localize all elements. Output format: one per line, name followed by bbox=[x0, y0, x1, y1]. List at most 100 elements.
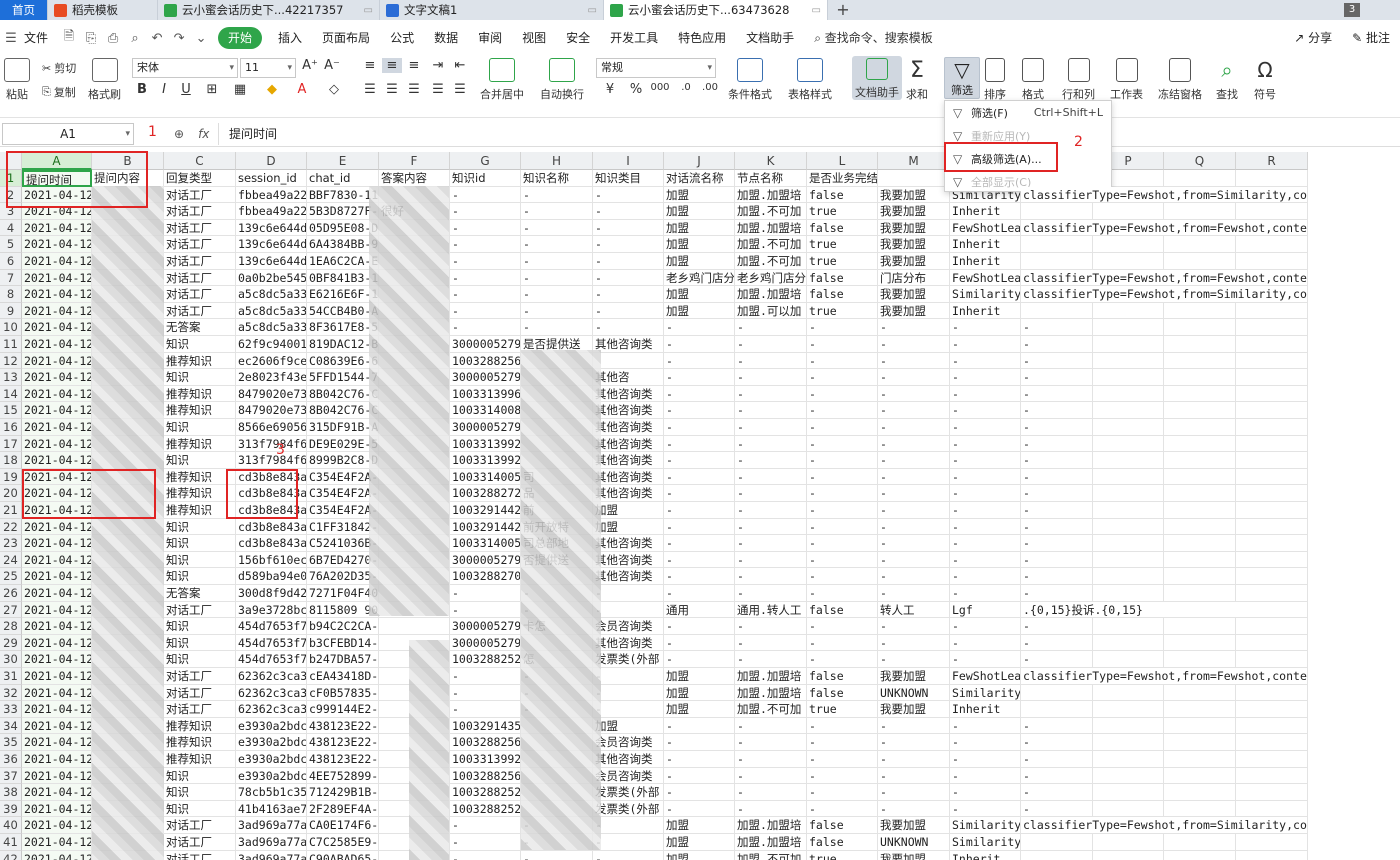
table-cell[interactable]: 2021-04-12 06:10:06 bbox=[22, 336, 92, 353]
table-cell[interactable]: - bbox=[664, 485, 735, 502]
table-cell[interactable]: - bbox=[807, 751, 878, 768]
table-cell[interactable]: - bbox=[1021, 717, 1093, 735]
underline-button[interactable]: U bbox=[176, 82, 196, 97]
table-cell[interactable]: true bbox=[807, 302, 878, 320]
row-header[interactable]: 6 bbox=[0, 253, 22, 270]
row-header[interactable]: 11 bbox=[0, 336, 22, 353]
table-cell[interactable]: c999144E2-40 bbox=[307, 701, 379, 718]
table-cell[interactable]: - bbox=[878, 618, 950, 635]
table-cell[interactable]: false bbox=[807, 834, 878, 851]
table-cell[interactable]: - bbox=[807, 734, 878, 751]
table-cell[interactable] bbox=[1236, 402, 1308, 419]
table-cell[interactable]: 知识 bbox=[164, 518, 236, 536]
table-cell[interactable] bbox=[1236, 203, 1308, 220]
table-cell[interactable]: ec2606f9cec bbox=[236, 352, 307, 370]
table-cell[interactable]: 1003288252 bbox=[450, 784, 521, 801]
table-cell[interactable] bbox=[1164, 203, 1236, 220]
table-cell[interactable] bbox=[1093, 551, 1164, 569]
table-cell[interactable] bbox=[1093, 485, 1164, 502]
table-cell[interactable]: - bbox=[1021, 734, 1093, 751]
table-cell[interactable] bbox=[1164, 800, 1236, 818]
new-tab-icon[interactable]: + bbox=[828, 0, 858, 20]
row-header[interactable]: 10 bbox=[0, 319, 22, 336]
table-cell[interactable] bbox=[1236, 651, 1308, 668]
table-cell[interactable]: 推荐知识 bbox=[164, 402, 236, 419]
menu-5[interactable]: 审阅 bbox=[468, 20, 512, 56]
table-cell[interactable]: 30000052795 bbox=[450, 336, 521, 353]
table-cell[interactable]: 1003313996 bbox=[450, 385, 521, 403]
table-cell[interactable]: Inherit bbox=[950, 253, 1021, 270]
table-cell[interactable]: 2021-04-12 08:48:15 bbox=[22, 784, 92, 801]
table-cell[interactable]: - bbox=[521, 203, 593, 220]
table-cell[interactable]: 139c6e644d9 bbox=[236, 219, 307, 237]
align-left-icon[interactable]: ☰ bbox=[360, 82, 380, 97]
table-cell[interactable]: 139c6e644d9 bbox=[236, 253, 307, 270]
table-cell[interactable]: 2021-04-12 07:17:11 bbox=[22, 385, 92, 403]
table-cell[interactable] bbox=[593, 352, 664, 370]
table-cell[interactable]: 1003288270 bbox=[450, 568, 521, 585]
clear-icon[interactable]: ◇ bbox=[324, 82, 344, 97]
table-cell[interactable]: - bbox=[521, 236, 593, 253]
table-cell[interactable] bbox=[1164, 784, 1236, 801]
table-cell[interactable]: classifierType=Fewshot,from=Fewshot,cont… bbox=[1021, 668, 1308, 685]
table-cell[interactable] bbox=[1093, 535, 1164, 552]
tab-pin-icon[interactable]: ▭ bbox=[364, 5, 373, 16]
table-cell[interactable]: - bbox=[807, 485, 878, 502]
table-cell[interactable]: - bbox=[735, 767, 807, 785]
table-cell[interactable]: 发票类(外部 bbox=[593, 784, 664, 801]
table-cell[interactable]: Inherit bbox=[950, 236, 1021, 253]
save-icon[interactable]: 🗎 bbox=[58, 27, 80, 49]
table-cell[interactable] bbox=[1236, 568, 1308, 585]
table-cell[interactable]: - bbox=[878, 336, 950, 353]
table-cell[interactable] bbox=[1236, 850, 1308, 860]
table-cell[interactable]: - bbox=[450, 186, 521, 204]
table-cell[interactable]: - bbox=[735, 385, 807, 403]
table-cell[interactable]: 门店分布 bbox=[878, 269, 950, 287]
table-cell[interactable]: 2021-04-12 08:50:09 bbox=[22, 800, 92, 818]
export-icon[interactable]: ⎘ bbox=[80, 31, 102, 46]
table-cell[interactable]: 加盟 bbox=[664, 253, 735, 270]
table-cell[interactable]: 712429B1B-8 bbox=[307, 784, 379, 801]
redo-icon[interactable]: ↷ bbox=[168, 31, 190, 46]
table-cell[interactable]: 2021-04-12 00:47:24 bbox=[22, 319, 92, 336]
table-cell[interactable] bbox=[1236, 352, 1308, 370]
menu-7[interactable]: 安全 bbox=[556, 20, 600, 56]
table-cell[interactable]: 2021-04-12 00:47:16 bbox=[22, 302, 92, 320]
table-cell[interactable]: - bbox=[1021, 402, 1093, 419]
table-cell[interactable] bbox=[1093, 651, 1164, 668]
table-cell[interactable]: - bbox=[593, 817, 664, 834]
table-cell[interactable]: UNKNOWN bbox=[878, 684, 950, 702]
table-cell[interactable]: - bbox=[735, 585, 807, 602]
table-cell[interactable]: Inherit bbox=[950, 850, 1021, 860]
number-format-select[interactable]: 常规 bbox=[596, 58, 716, 78]
table-cell[interactable]: .{0,15}投诉.{0,15} bbox=[1021, 601, 1308, 619]
table-cell[interactable]: Similarity bbox=[950, 817, 1021, 834]
table-cell[interactable] bbox=[1164, 717, 1236, 735]
table-cell[interactable]: b94C2C2CA-82 bbox=[307, 618, 379, 635]
table-cell[interactable]: 1003288272 bbox=[450, 485, 521, 502]
table-cell[interactable]: - bbox=[1021, 336, 1093, 353]
table-cell[interactable]: - bbox=[450, 850, 521, 860]
indent-icon[interactable]: ⇥ bbox=[428, 58, 448, 73]
table-cell[interactable]: 0a0b2be5459 bbox=[236, 269, 307, 287]
table-cell[interactable]: - bbox=[807, 651, 878, 668]
table-cell[interactable]: 139c6e644d9 bbox=[236, 236, 307, 253]
table-cell[interactable]: e3930a2bdc bbox=[236, 767, 307, 785]
table-cell[interactable]: 加盟 bbox=[664, 817, 735, 834]
table-cell[interactable]: 知识 bbox=[164, 336, 236, 353]
table-cell[interactable]: - bbox=[878, 784, 950, 801]
table-cell[interactable]: 156bf610ec bbox=[236, 551, 307, 569]
table-cell[interactable]: - bbox=[735, 435, 807, 453]
row-header[interactable]: 22 bbox=[0, 518, 22, 536]
table-cell[interactable]: - bbox=[521, 850, 593, 860]
table-cell[interactable]: - bbox=[950, 502, 1021, 519]
table-cell[interactable]: 对话工厂 bbox=[164, 269, 236, 287]
table-cell[interactable] bbox=[1093, 369, 1164, 386]
table-cell[interactable]: - bbox=[878, 385, 950, 403]
table-cell[interactable]: - bbox=[664, 452, 735, 469]
table-cell[interactable]: - bbox=[521, 186, 593, 204]
row-header[interactable]: 29 bbox=[0, 634, 22, 652]
header-cell[interactable]: 知识类目 bbox=[593, 170, 664, 187]
table-cell[interactable]: 加盟.加盟培 bbox=[735, 219, 807, 237]
table-cell[interactable]: 对话工厂 bbox=[164, 219, 236, 237]
